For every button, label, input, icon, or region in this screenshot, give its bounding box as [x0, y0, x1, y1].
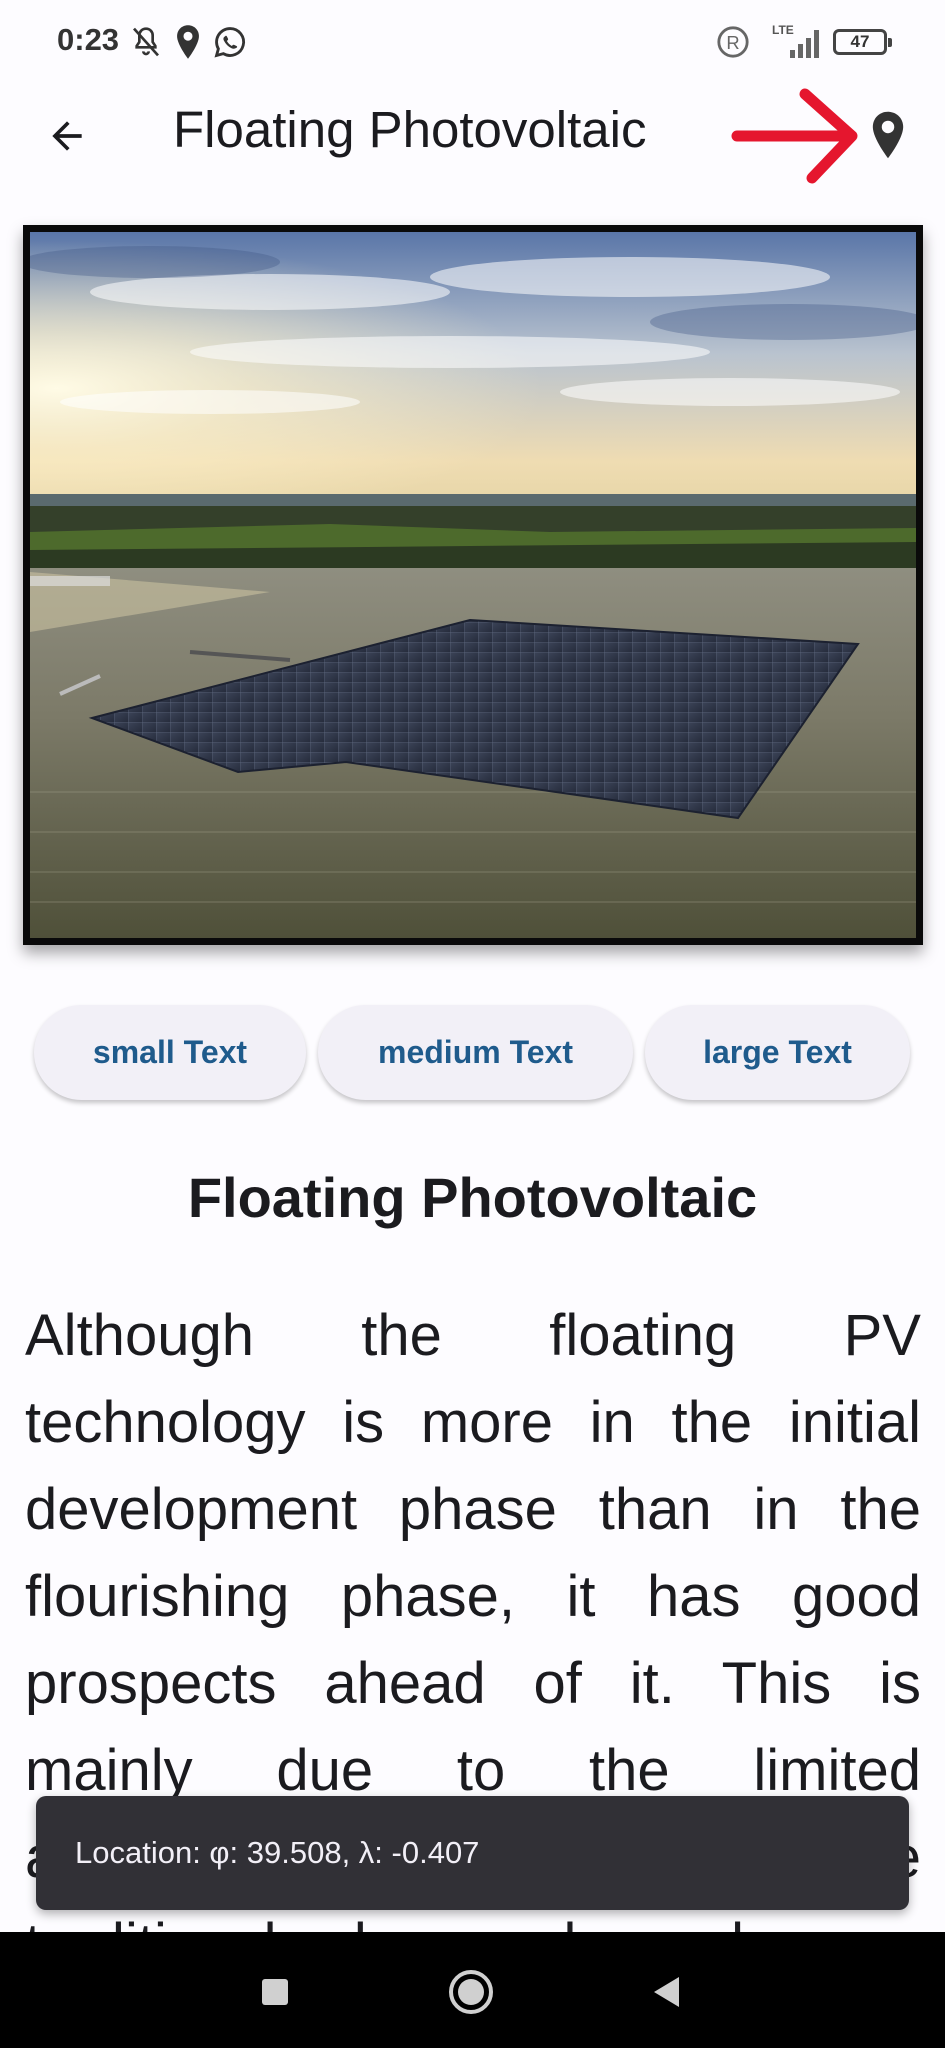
recents-button[interactable]	[245, 1962, 305, 2022]
status-time: 0:23	[57, 22, 120, 57]
large-text-button[interactable]: large Text	[645, 1005, 910, 1100]
home-button[interactable]	[441, 1962, 501, 2022]
app-bar: Floating Photovoltaic	[0, 84, 945, 184]
article-heading: Floating Photovoltaic	[187, 1166, 758, 1229]
back-button[interactable]	[34, 106, 100, 166]
bell-off-icon	[130, 22, 162, 62]
signal-icon: LTE	[770, 22, 824, 62]
svg-text:LTE: LTE	[772, 23, 794, 37]
svg-text:R: R	[726, 32, 739, 53]
registered-icon: R	[716, 22, 750, 62]
location-button[interactable]	[858, 100, 918, 170]
red-arrow-icon	[731, 88, 858, 184]
medium-text-button[interactable]: medium Text	[318, 1005, 633, 1100]
recents-square-icon	[262, 1979, 288, 2005]
arrow-back-icon	[52, 121, 82, 151]
back-nav-button[interactable]	[636, 1962, 696, 2022]
status-bar: 0:23 R LTE 47	[0, 0, 945, 84]
floating-solar-photo	[30, 232, 916, 938]
system-nav-bar	[0, 1932, 945, 2048]
battery-icon: 47	[833, 29, 892, 55]
hero-image	[23, 225, 923, 945]
page-title: Floating Photovoltaic	[173, 101, 647, 158]
home-circle-icon	[449, 1970, 493, 2014]
location-snackbar: Location: φ: 39.508, λ: -0.407	[36, 1796, 909, 1910]
location-pin-icon	[872, 111, 904, 159]
back-triangle-icon	[654, 1977, 679, 2007]
location-pin-icon	[175, 22, 201, 62]
whatsapp-icon	[213, 22, 247, 62]
small-text-button[interactable]: small Text	[34, 1005, 306, 1100]
